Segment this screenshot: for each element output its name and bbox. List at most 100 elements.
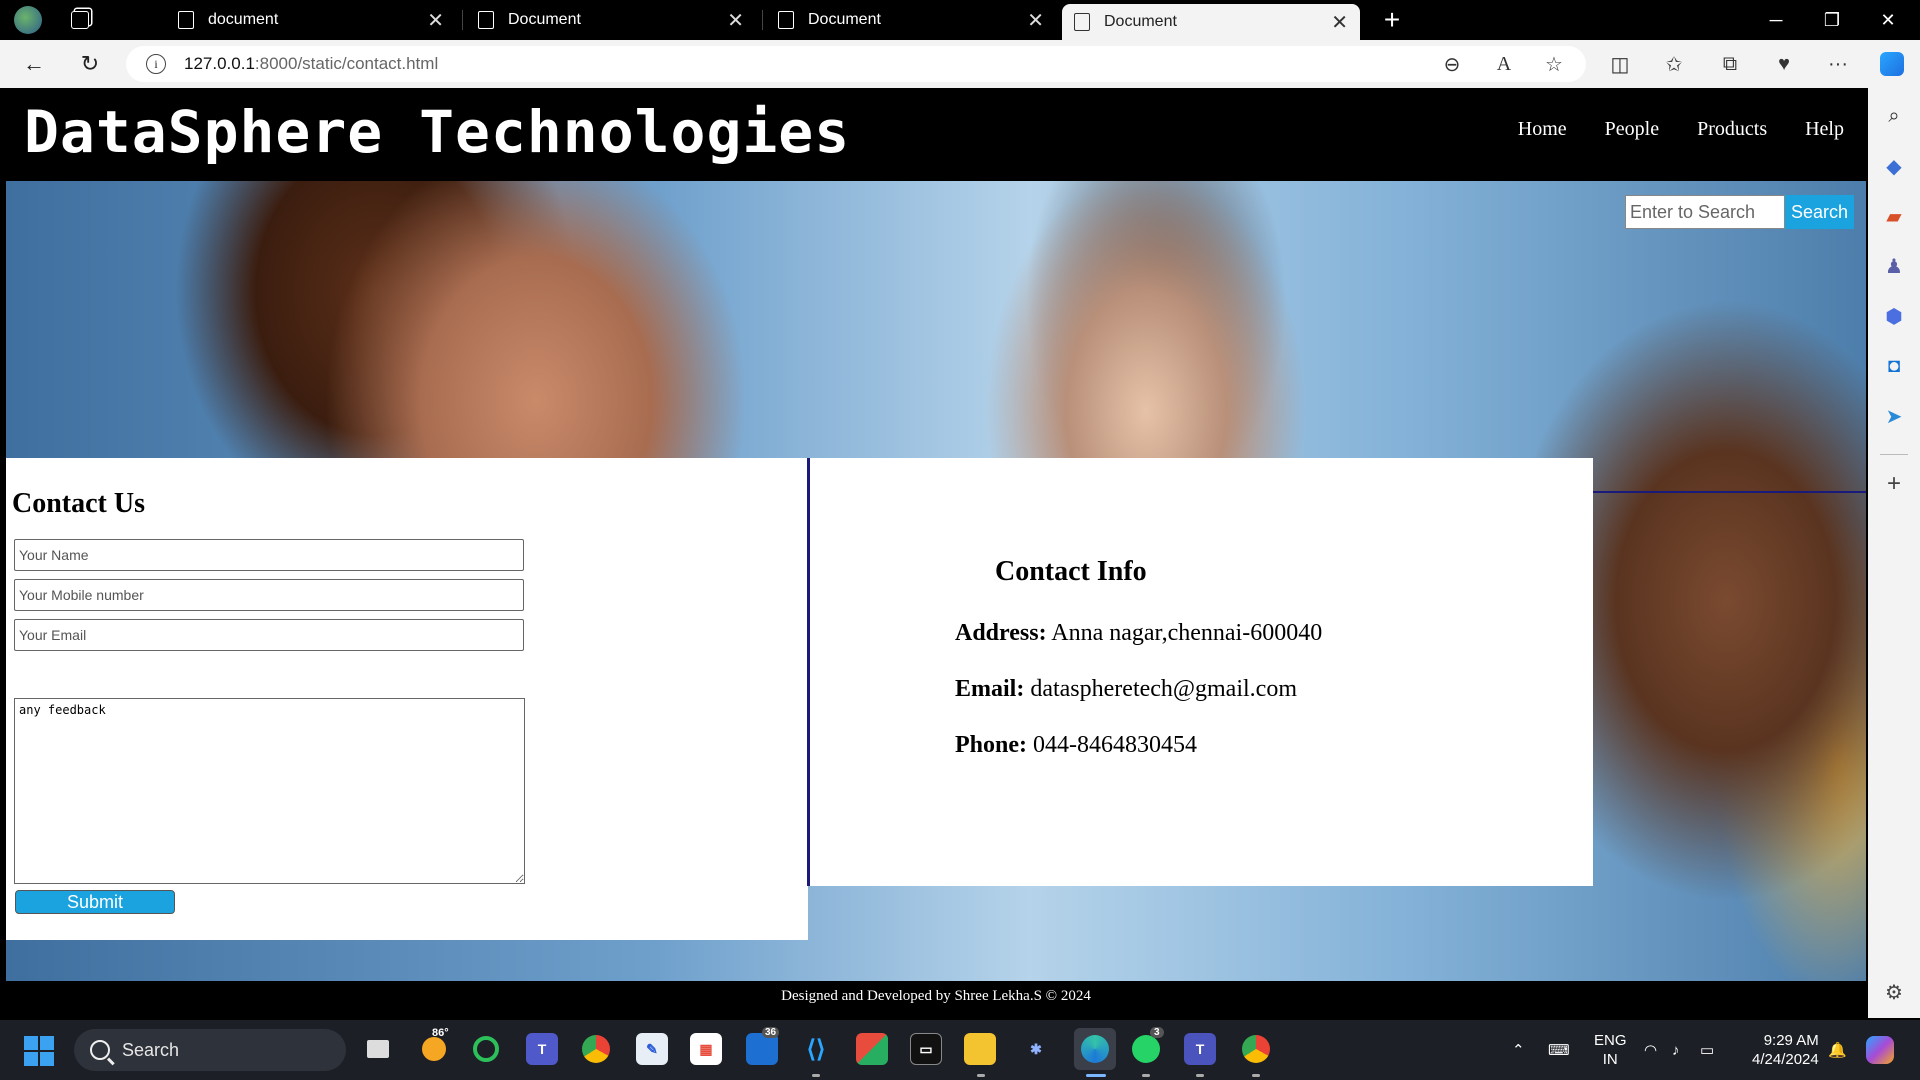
- app-ring-icon[interactable]: [470, 1033, 502, 1065]
- minimize-button[interactable]: ─: [1748, 0, 1804, 40]
- weather-temp: 86°: [432, 1027, 449, 1039]
- collections-icon[interactable]: ⧉: [1714, 48, 1746, 80]
- star-icon[interactable]: ☆: [1538, 48, 1570, 80]
- browser-toolbar: ← ↻ i 127.0.0.1 :8000/static/contact.htm…: [0, 40, 1920, 88]
- tools-icon[interactable]: ▰: [1882, 204, 1906, 228]
- battery-icon[interactable]: ▭: [1700, 1020, 1714, 1080]
- new-tab-button[interactable]: +: [1372, 0, 1412, 40]
- games-icon[interactable]: ♟: [1882, 254, 1906, 278]
- phone-line: Phone: 044-8464830454: [955, 732, 1197, 759]
- restore-button[interactable]: ❐: [1804, 0, 1860, 40]
- name-field[interactable]: [14, 539, 524, 571]
- running-indicator: [1196, 1074, 1204, 1077]
- phone-value: 044-8464830454: [1033, 732, 1197, 758]
- file-explorer-icon[interactable]: [964, 1033, 996, 1065]
- feedback-textarea[interactable]: any feedback: [14, 698, 525, 884]
- copilot-taskbar-icon[interactable]: [1866, 1020, 1894, 1080]
- running-indicator: [1086, 1074, 1106, 1077]
- shopping-tag-icon[interactable]: ◆: [1882, 154, 1906, 178]
- copilot-icon[interactable]: [1876, 48, 1908, 80]
- windows-taskbar: Search 86° T ✎ ▦ 36 ⟨⟩ ▭ ✱ 3 T ⌃ ⌨ ENG I…: [0, 1020, 1920, 1080]
- workspaces-icon[interactable]: [52, 0, 108, 40]
- taskbar-search[interactable]: Search: [74, 1029, 346, 1071]
- outlook-icon[interactable]: ◘: [1882, 354, 1906, 378]
- close-icon[interactable]: ✕: [727, 8, 744, 33]
- settings-gear-icon[interactable]: ⚙: [1882, 980, 1906, 1004]
- zoom-out-icon[interactable]: ⊖: [1436, 48, 1468, 80]
- nav-people[interactable]: People: [1605, 118, 1659, 141]
- back-arrow-icon[interactable]: ←: [16, 48, 52, 80]
- chrome-profile-icon[interactable]: [1240, 1033, 1272, 1065]
- notepad-icon[interactable]: ✎: [636, 1033, 668, 1065]
- store-icon[interactable]: ▦: [690, 1033, 722, 1065]
- clock-date: 4/24/2024: [1752, 1051, 1819, 1068]
- mail-app-icon[interactable]: 36: [746, 1027, 780, 1065]
- windows-start-icon[interactable]: [24, 1036, 54, 1066]
- teams-work-icon[interactable]: T: [1184, 1033, 1216, 1065]
- address-bar[interactable]: i 127.0.0.1 :8000/static/contact.html: [126, 46, 1586, 82]
- browser-essentials-icon[interactable]: ♥: [1768, 48, 1800, 80]
- chrome-icon[interactable]: [580, 1033, 612, 1065]
- search-button[interactable]: Search: [1784, 195, 1854, 229]
- close-window-button[interactable]: ✕: [1860, 0, 1916, 40]
- page-icon: [778, 11, 794, 29]
- site-title: DataSphere Technologies: [24, 98, 851, 166]
- site-search: Search: [1624, 195, 1854, 229]
- read-aloud-icon[interactable]: A: [1488, 48, 1520, 80]
- nav-help[interactable]: Help: [1805, 118, 1844, 141]
- nav-home[interactable]: Home: [1518, 118, 1567, 141]
- profile-icon[interactable]: [0, 0, 56, 40]
- email-field[interactable]: [14, 619, 524, 651]
- microsoft-365-icon[interactable]: ⬢: [1882, 304, 1906, 328]
- submit-button[interactable]: Submit: [15, 890, 175, 914]
- whatsapp-icon[interactable]: 3: [1130, 1027, 1164, 1065]
- search-icon: [90, 1040, 110, 1060]
- site-info-icon[interactable]: i: [146, 54, 166, 74]
- teams-icon[interactable]: T: [526, 1033, 558, 1065]
- refresh-icon[interactable]: ↻: [72, 48, 108, 80]
- wifi-icon[interactable]: ◠: [1644, 1020, 1657, 1080]
- volume-icon[interactable]: ♪: [1672, 1020, 1680, 1080]
- more-icon[interactable]: ···: [1822, 48, 1854, 80]
- vscode-icon[interactable]: ⟨⟩: [800, 1033, 832, 1065]
- weather-icon[interactable]: 86°: [418, 1027, 450, 1065]
- address-label: Address:: [955, 620, 1047, 646]
- mobile-field[interactable]: [14, 579, 524, 611]
- terminal-icon[interactable]: ▭: [910, 1033, 942, 1065]
- taskbar-search-label: Search: [122, 1039, 180, 1060]
- office-icon[interactable]: [856, 1033, 888, 1065]
- add-icon[interactable]: +: [1882, 470, 1906, 497]
- url-host: 127.0.0.1: [184, 54, 255, 73]
- contact-form-panel: Contact Us any feedback Submit: [6, 458, 808, 940]
- email-label: Email:: [955, 676, 1025, 702]
- badge-count: 36: [762, 1027, 780, 1038]
- page-icon: [1074, 13, 1090, 31]
- lang-line2: IN: [1602, 1051, 1618, 1068]
- lang-line1: ENG: [1594, 1032, 1627, 1049]
- language-indicator[interactable]: ENG IN: [1594, 1020, 1627, 1080]
- nav-products[interactable]: Products: [1697, 118, 1767, 141]
- edge-icon[interactable]: [1074, 1028, 1116, 1070]
- close-icon[interactable]: ✕: [1027, 8, 1044, 33]
- clock-time: 9:29 AM: [1763, 1032, 1819, 1049]
- tab-title: document: [208, 11, 279, 28]
- task-view-icon[interactable]: [362, 1033, 394, 1065]
- tab-2[interactable]: Document ✕: [466, 0, 756, 40]
- tab-4-active[interactable]: Document ✕: [1062, 4, 1360, 40]
- split-screen-icon[interactable]: ◫: [1604, 48, 1636, 80]
- contact-info-heading: Contact Info: [995, 556, 1147, 587]
- search-input[interactable]: [1624, 195, 1785, 229]
- clock[interactable]: 9:29 AM 4/24/2024: [1752, 1020, 1819, 1080]
- url-path: :8000/static/contact.html: [254, 54, 439, 73]
- bug-app-icon[interactable]: ✱: [1020, 1033, 1052, 1065]
- show-hidden-icons[interactable]: ⌃: [1512, 1020, 1525, 1080]
- notification-bell-icon[interactable]: 🔔: [1828, 1020, 1847, 1080]
- search-icon[interactable]: ⌕: [1882, 104, 1906, 128]
- close-icon[interactable]: ✕: [1331, 10, 1348, 35]
- tab-3[interactable]: Document ✕: [766, 0, 1056, 40]
- tab-1[interactable]: document ✕: [166, 0, 456, 40]
- favorites-icon[interactable]: ✩: [1658, 48, 1690, 80]
- keyboard-icon[interactable]: ⌨: [1548, 1020, 1570, 1080]
- send-icon[interactable]: ➤: [1882, 404, 1906, 428]
- close-icon[interactable]: ✕: [427, 8, 444, 33]
